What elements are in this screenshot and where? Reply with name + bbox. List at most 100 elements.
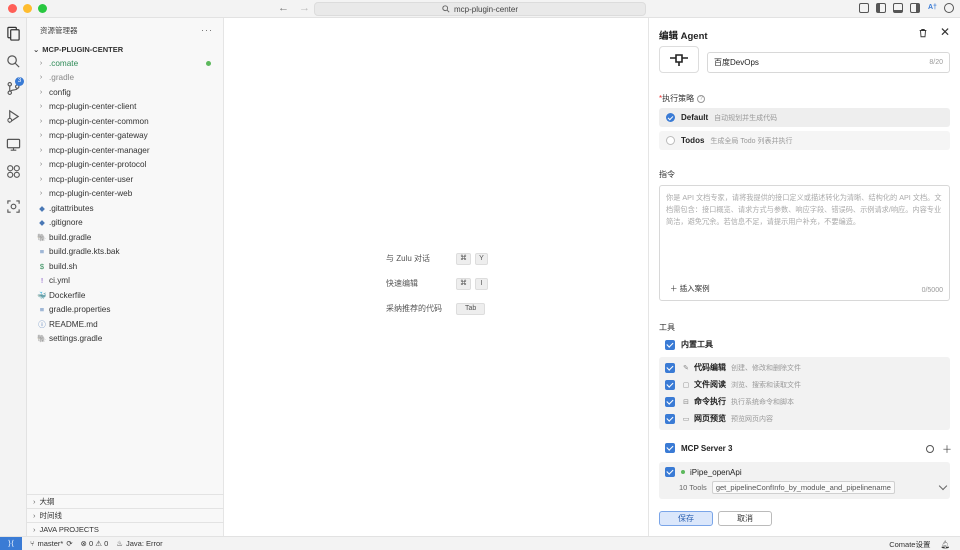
cancel-button[interactable]: 取消 — [718, 511, 772, 526]
toggle-secondary-sidebar-icon[interactable] — [910, 3, 920, 13]
folder-item[interactable]: › mcp-plugin-center-common — [27, 114, 223, 129]
file-item[interactable]: 🐳 Dockerfile — [27, 288, 223, 303]
mcp-tool-tag[interactable]: get_pipelineConfInfo_by_module_and_pipel… — [711, 481, 895, 494]
remote-explorer-icon[interactable] — [6, 137, 21, 152]
refresh-icon[interactable] — [926, 444, 934, 453]
builtin-tool-item[interactable]: ⊟ 命令执行 执行系统命令和脚本 — [665, 396, 794, 407]
strategy-name: Todos — [681, 136, 705, 145]
folder-item[interactable]: › mcp-plugin-center-gateway — [27, 129, 223, 144]
source-control-icon[interactable]: 3 — [6, 77, 24, 96]
checkbox-checked-icon — [665, 443, 675, 453]
folder-item[interactable]: › config — [27, 85, 223, 100]
folder-item[interactable]: › mcp-plugin-center-web — [27, 187, 223, 202]
builtin-tool-item[interactable]: ▭ 网页预览 预览网页内容 — [665, 413, 773, 424]
close-icon[interactable]: ✕ — [940, 25, 950, 39]
comate-settings[interactable]: Comate设置 — [889, 539, 930, 550]
folder-item[interactable]: › mcp-plugin-center-manager — [27, 143, 223, 158]
branch-status[interactable]: ⑂ master* ⟳ — [30, 539, 73, 548]
extensions-icon[interactable] — [6, 164, 21, 179]
tree-item-label: mcp-plugin-center-protocol — [49, 160, 147, 170]
remote-indicator-icon[interactable]: ⟩⟨ — [0, 536, 22, 550]
key-cap: I — [475, 277, 488, 290]
layout-grid-icon[interactable] — [859, 3, 869, 13]
tree-item-label: mcp-plugin-center-manager — [49, 145, 150, 155]
chevron-down-icon: ⌄ — [33, 44, 40, 54]
timeline-section-label: 时间线 — [39, 511, 63, 520]
builtin-tool-item[interactable]: ▢ 文件阅读 浏览、搜索和读取文件 — [665, 379, 801, 390]
folder-item[interactable]: › mcp-plugin-center-user — [27, 172, 223, 187]
account-icon[interactable] — [944, 3, 954, 13]
file-item[interactable]: ! ci.yml — [27, 274, 223, 289]
file-item[interactable]: ⓘ README.md — [27, 317, 223, 332]
file-item[interactable]: ◆ .gitattributes — [27, 201, 223, 216]
trash-icon[interactable] — [918, 28, 928, 38]
shortcut-row-quick-edit: 快速编辑 ⌘ I — [386, 271, 492, 296]
file-item[interactable]: ◆ .gitignore — [27, 216, 223, 231]
shortcut-row-chat: 与 Zulu 对话 ⌘ Y — [386, 246, 492, 271]
file-item[interactable]: ≡ build.gradle.kts.bak — [27, 245, 223, 260]
file-item[interactable]: ≡ gradle.properties — [27, 303, 223, 318]
radio-checked-icon — [666, 113, 675, 122]
toggle-sidebar-icon[interactable] — [876, 3, 886, 13]
tree-item-label: .comate — [49, 58, 79, 68]
mcp-server-toggle[interactable]: MCP Server 3 — [665, 443, 732, 453]
strategy-default-option[interactable]: Default 自动规划并生成代码 — [659, 108, 950, 127]
tool-desc: 创建、修改和删除文件 — [731, 364, 801, 372]
close-window-button[interactable] — [8, 4, 17, 13]
comate-icon[interactable] — [6, 199, 21, 214]
workspace-root[interactable]: ⌄ MCP-PLUGIN-CENTER — [27, 42, 223, 56]
file-type-icon: ◆ — [39, 203, 45, 213]
translate-icon[interactable]: A† — [927, 3, 937, 13]
file-item[interactable]: 🐘 settings.gradle — [27, 332, 223, 347]
folder-item[interactable]: › .gradle — [27, 71, 223, 86]
insert-example-button[interactable]: ＋ 插入案例 — [670, 283, 710, 294]
add-icon[interactable]: ＋ — [942, 441, 952, 456]
file-item[interactable]: 🐘 build.gradle — [27, 230, 223, 245]
folder-item[interactable]: › .comate — [27, 56, 223, 71]
agent-name-input[interactable]: 百度DevOps 8/20 — [707, 52, 950, 73]
strategy-todos-option[interactable]: Todos 生成全局 Todo 列表并执行 — [659, 131, 950, 150]
tree-item-label: mcp-plugin-center-common — [49, 116, 149, 126]
chevron-right-icon: › — [33, 511, 36, 520]
mcp-server-name: iPipe_openApi — [690, 467, 742, 477]
file-type-icon: ! — [40, 276, 44, 286]
help-icon[interactable]: ? — [697, 94, 706, 103]
file-item[interactable]: $ build.sh — [27, 259, 223, 274]
toggle-panel-icon[interactable] — [893, 3, 903, 13]
status-online-icon — [681, 470, 685, 474]
file-type-icon: ⓘ — [38, 319, 46, 329]
explorer-icon[interactable] — [6, 26, 21, 41]
tool-name: 命令执行 — [694, 397, 726, 406]
radio-unchecked-icon — [666, 136, 675, 145]
branch-name: master* — [37, 539, 64, 548]
run-debug-icon[interactable] — [6, 109, 21, 124]
builtin-tool-item[interactable]: ✎ 代码编辑 创建、修改和删除文件 — [665, 362, 801, 373]
folder-item[interactable]: › mcp-plugin-center-protocol — [27, 158, 223, 173]
instructions-textarea[interactable]: 你是 API 文档专家，请将我提供的接口定义或描述转化为清晰、结构化的 API … — [659, 185, 950, 301]
tree-item-label: build.sh — [49, 261, 78, 271]
save-button[interactable]: 保存 — [659, 511, 713, 526]
zoom-window-button[interactable] — [38, 4, 47, 13]
file-type-icon: ≡ — [39, 305, 45, 315]
folder-item[interactable]: › mcp-plugin-center-client — [27, 100, 223, 115]
forward-arrow-icon[interactable]: → — [299, 2, 310, 14]
search-icon[interactable] — [6, 54, 21, 69]
layout-controls: A† — [859, 3, 954, 13]
tree-item-label: gradle.properties — [49, 305, 111, 315]
builtin-tools-toggle[interactable]: 内置工具 — [665, 339, 713, 350]
minimize-window-button[interactable] — [23, 4, 32, 13]
chevron-right-icon: › — [33, 497, 36, 506]
more-actions-icon[interactable]: ··· — [201, 25, 213, 35]
problems-status[interactable]: ⊗ 0 ⚠ 0 — [81, 539, 109, 548]
command-center[interactable]: mcp-plugin-center — [314, 2, 646, 16]
outline-section[interactable]: › 大纲 — [27, 494, 224, 508]
back-arrow-icon[interactable]: ← — [278, 2, 289, 14]
tree-item-label: README.md — [49, 319, 98, 329]
bell-icon[interactable]: 🔔︎ — [940, 540, 950, 549]
timeline-section[interactable]: › 时间线 — [27, 508, 224, 522]
java-projects-section[interactable]: › JAVA PROJECTS — [27, 522, 224, 536]
agent-avatar[interactable] — [659, 46, 699, 73]
mcp-server-item[interactable]: iPipe_openApi — [665, 467, 742, 477]
java-status[interactable]: ♨ Java: Error — [116, 539, 162, 548]
modified-dot-icon — [206, 61, 211, 66]
